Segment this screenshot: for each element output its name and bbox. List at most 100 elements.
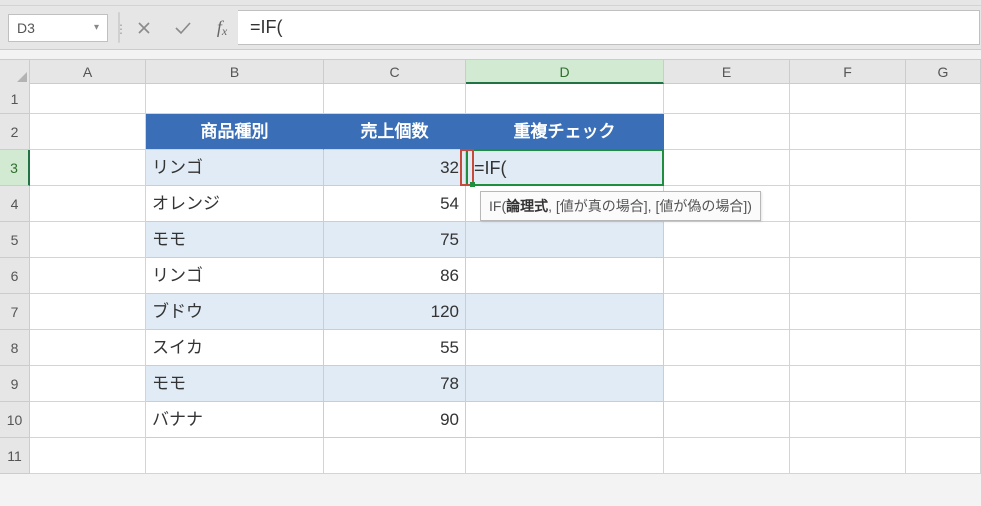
cell-F2[interactable] xyxy=(790,114,906,150)
row-header-10[interactable]: 10 xyxy=(0,402,30,438)
cell-B4[interactable]: オレンジ xyxy=(146,186,324,222)
cell-G4[interactable] xyxy=(906,186,981,222)
cell-E5[interactable] xyxy=(664,222,790,258)
tooltip-current-arg[interactable]: 論理式 xyxy=(506,198,548,214)
row-header-3[interactable]: 3 xyxy=(0,150,30,186)
row-header-9[interactable]: 9 xyxy=(0,366,30,402)
cell-E11[interactable] xyxy=(664,438,790,474)
cell-G8[interactable] xyxy=(906,330,981,366)
tooltip-rest[interactable]: , [値が真の場合], [値が偽の場合]) xyxy=(548,198,752,214)
cell-D6[interactable] xyxy=(466,258,664,294)
cell-A3[interactable] xyxy=(30,150,146,186)
cell-A11[interactable] xyxy=(30,438,146,474)
cell-C5[interactable]: 75 xyxy=(324,222,466,258)
cell-A4[interactable] xyxy=(30,186,146,222)
fx-icon[interactable]: fx xyxy=(212,17,232,38)
enter-check-icon[interactable] xyxy=(174,20,194,36)
cell-B1[interactable] xyxy=(146,84,324,114)
cell-A8[interactable] xyxy=(30,330,146,366)
cell-C4[interactable]: 54 xyxy=(324,186,466,222)
cell-G2[interactable] xyxy=(906,114,981,150)
cell-D3[interactable]: =IF( xyxy=(466,150,664,186)
table-header-dup[interactable]: 重複チェック xyxy=(466,114,664,150)
cell-F4[interactable] xyxy=(790,186,906,222)
cell-B5[interactable]: モモ xyxy=(146,222,324,258)
col-header-G[interactable]: G xyxy=(906,60,981,83)
cell-E6[interactable] xyxy=(664,258,790,294)
cell-C9[interactable]: 78 xyxy=(324,366,466,402)
cell-A10[interactable] xyxy=(30,402,146,438)
row-header-8[interactable]: 8 xyxy=(0,330,30,366)
cell-E10[interactable] xyxy=(664,402,790,438)
cell-D11[interactable] xyxy=(466,438,664,474)
cell-F9[interactable] xyxy=(790,366,906,402)
cell-F3[interactable] xyxy=(790,150,906,186)
cell-G10[interactable] xyxy=(906,402,981,438)
select-all-corner[interactable] xyxy=(0,60,30,84)
cell-B10[interactable]: バナナ xyxy=(146,402,324,438)
row-header-5[interactable]: 5 xyxy=(0,222,30,258)
cell-B8[interactable]: スイカ xyxy=(146,330,324,366)
table-header-qty[interactable]: 売上個数 xyxy=(324,114,466,150)
cell-B6[interactable]: リンゴ xyxy=(146,258,324,294)
cell-C1[interactable] xyxy=(324,84,466,114)
cell-C11[interactable] xyxy=(324,438,466,474)
col-header-D[interactable]: D xyxy=(466,60,664,84)
col-header-E[interactable]: E xyxy=(664,60,790,83)
cell-A9[interactable] xyxy=(30,366,146,402)
cell-F8[interactable] xyxy=(790,330,906,366)
name-box[interactable]: D3 ▾ xyxy=(8,14,108,42)
function-tooltip[interactable]: IF(論理式, [値が真の場合], [値が偽の場合]) xyxy=(480,191,761,221)
row-header-1[interactable]: 1 xyxy=(0,84,30,114)
cell-D8[interactable] xyxy=(466,330,664,366)
cell-A6[interactable] xyxy=(30,258,146,294)
cell-F7[interactable] xyxy=(790,294,906,330)
cell-G3[interactable] xyxy=(906,150,981,186)
chevron-down-icon[interactable]: ▾ xyxy=(94,22,99,33)
cell-A7[interactable] xyxy=(30,294,146,330)
cell-F1[interactable] xyxy=(790,84,906,114)
cell-B11[interactable] xyxy=(146,438,324,474)
cell-C6[interactable]: 86 xyxy=(324,258,466,294)
row-header-4[interactable]: 4 xyxy=(0,186,30,222)
cell-A5[interactable] xyxy=(30,222,146,258)
cell-D7[interactable] xyxy=(466,294,664,330)
row-header-11[interactable]: 11 xyxy=(0,438,30,474)
cell-G6[interactable] xyxy=(906,258,981,294)
cell-G9[interactable] xyxy=(906,366,981,402)
cell-D9[interactable] xyxy=(466,366,664,402)
cell-F11[interactable] xyxy=(790,438,906,474)
cell-G7[interactable] xyxy=(906,294,981,330)
cell-C7[interactable]: 120 xyxy=(324,294,466,330)
cell-C8[interactable]: 55 xyxy=(324,330,466,366)
cell-F6[interactable] xyxy=(790,258,906,294)
cell-G5[interactable] xyxy=(906,222,981,258)
cell-D10[interactable] xyxy=(466,402,664,438)
cell-F5[interactable] xyxy=(790,222,906,258)
formula-bar-grip[interactable] xyxy=(118,12,120,43)
cell-E8[interactable] xyxy=(664,330,790,366)
cancel-icon[interactable] xyxy=(136,20,156,36)
col-header-F[interactable]: F xyxy=(790,60,906,83)
cell-E7[interactable] xyxy=(664,294,790,330)
cell-G1[interactable] xyxy=(906,84,981,114)
cell-D5[interactable] xyxy=(466,222,664,258)
row-header-2[interactable]: 2 xyxy=(0,114,30,150)
col-header-B[interactable]: B xyxy=(146,60,324,83)
row-header-6[interactable]: 6 xyxy=(0,258,30,294)
table-header-product[interactable]: 商品種別 xyxy=(146,114,324,150)
cell-E1[interactable] xyxy=(664,84,790,114)
cell-E2[interactable] xyxy=(664,114,790,150)
cell-A1[interactable] xyxy=(30,84,146,114)
cell-G11[interactable] xyxy=(906,438,981,474)
cell-C10[interactable]: 90 xyxy=(324,402,466,438)
formula-input[interactable]: =IF( xyxy=(238,10,980,45)
col-header-A[interactable]: A xyxy=(30,60,146,83)
cell-E9[interactable] xyxy=(664,366,790,402)
cell-B7[interactable]: ブドウ xyxy=(146,294,324,330)
cell-C3[interactable]: 32 xyxy=(324,150,466,186)
col-header-C[interactable]: C xyxy=(324,60,466,83)
cell-E3[interactable] xyxy=(664,150,790,186)
cell-B9[interactable]: モモ xyxy=(146,366,324,402)
cell-A2[interactable] xyxy=(30,114,146,150)
